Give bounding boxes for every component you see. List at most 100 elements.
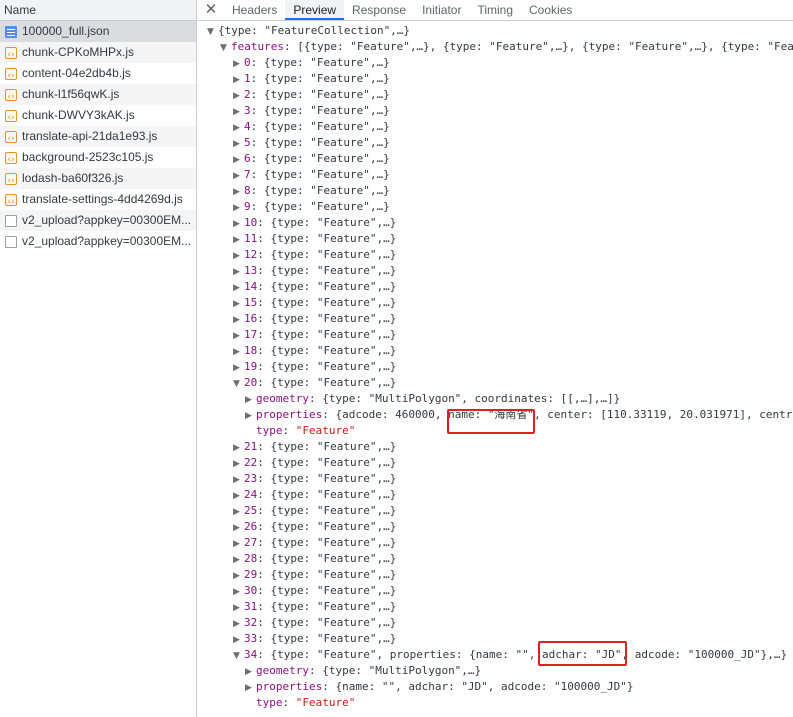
feature-row-29[interactable]: ▶ 29: {type: "Feature",…}: [198, 567, 793, 583]
request-row[interactable]: 100000_full.json: [0, 21, 196, 42]
type-value: "Feature": [295, 424, 356, 437]
feature-row-4[interactable]: ▶ 4: {type: "Feature",…}: [198, 119, 793, 135]
request-row[interactable]: translate-settings-4dd4269d.js: [0, 189, 196, 210]
geometry-row[interactable]: ▶ geometry: {type: "MultiPolygon", coordi…: [198, 391, 793, 407]
request-row[interactable]: lodash-ba60f326.js: [0, 168, 196, 189]
tab-headers[interactable]: Headers: [224, 0, 285, 20]
feature-summary-suffix: , adcode: "100000_JD"},…}: [621, 648, 788, 661]
document-icon: [5, 214, 17, 227]
feature-row-34[interactable]: ▼ 34: {type: "Feature", properties: {name…: [198, 647, 793, 663]
feature-row-5[interactable]: ▶ 5: {type: "Feature",…}: [198, 135, 793, 151]
feature-row-8[interactable]: ▶ 8: {type: "Feature",…}: [198, 183, 793, 199]
feature-index: 29: [244, 568, 258, 581]
name-column-header[interactable]: Name: [0, 0, 196, 21]
type-row: type: "Feature": [256, 696, 356, 709]
collapsed-arrow-icon: ▶: [245, 395, 252, 405]
tab-preview[interactable]: Preview: [285, 0, 345, 20]
request-row[interactable]: v2_upload?appkey=00300EM...: [0, 231, 196, 252]
feature-row-22[interactable]: ▶ 22: {type: "Feature",…}: [198, 455, 793, 471]
feature-row-2[interactable]: ▶ 2: {type: "Feature",…}: [198, 87, 793, 103]
feature-index: 15: [244, 296, 258, 309]
feature-row-20[interactable]: ▼ 20: {type: "Feature",…}: [198, 375, 793, 391]
feature-row-33[interactable]: ▶ 33: {type: "Feature",…}: [198, 631, 793, 647]
tab-cookies[interactable]: Cookies: [521, 0, 580, 20]
feature-index: 27: [244, 536, 258, 549]
feature-row-13[interactable]: ▶ 13: {type: "Feature",…}: [198, 263, 793, 279]
feature-row-3[interactable]: ▶ 3: {type: "Feature",…}: [198, 103, 793, 119]
collapsed-arrow-icon: ▶: [233, 523, 240, 533]
feature-row-6[interactable]: ▶ 6: {type: "Feature",…}: [198, 151, 793, 167]
feature-index: 32: [244, 616, 258, 629]
tab-response[interactable]: Response: [344, 0, 414, 20]
feature-row-14[interactable]: ▶ 14: {type: "Feature",…}: [198, 279, 793, 295]
feature-summary: {type: "Feature",…}: [263, 104, 390, 117]
features-row[interactable]: ▼ features: [{type: "Feature",…}, {type: …: [198, 39, 793, 55]
feature-summary: {type: "Feature",…}: [263, 136, 390, 149]
feature-row-9[interactable]: ▶ 9: {type: "Feature",…}: [198, 199, 793, 215]
feature-summary: {type: "Feature",…}: [270, 328, 397, 341]
feature-row-12[interactable]: ▶ 12: {type: "Feature",…}: [198, 247, 793, 263]
feature-summary: {type: "Feature",…}: [270, 472, 397, 485]
request-row[interactable]: v2_upload?appkey=00300EM...: [0, 210, 196, 231]
feature-summary: {type: "Feature",…}: [270, 248, 397, 261]
request-row[interactable]: chunk-DWVY3kAK.js: [0, 105, 196, 126]
json-file-icon: [5, 25, 17, 38]
collapsed-arrow-icon: ▶: [233, 235, 240, 245]
request-name: chunk-CPKoMHPx.js: [22, 45, 135, 59]
request-name: content-04e2db4b.js: [22, 66, 131, 80]
properties-row[interactable]: ▶ properties: {name: "", adchar: "JD", ad…: [198, 679, 793, 695]
request-row[interactable]: background-2523c105.js: [0, 147, 196, 168]
request-name: lodash-ba60f326.js: [22, 171, 124, 185]
feature-row-0[interactable]: ▶ 0: {type: "Feature",…}: [198, 55, 793, 71]
feature-summary: {type: "Feature",…}: [263, 152, 390, 165]
request-list-panel: Name 100000_full.json chunk-CPKoMHPx.js co…: [0, 0, 197, 717]
feature-row-18[interactable]: ▶ 18: {type: "Feature",…}: [198, 343, 793, 359]
collapsed-arrow-icon: ▶: [245, 667, 252, 677]
feature-row-15[interactable]: ▶ 15: {type: "Feature",…}: [198, 295, 793, 311]
script-file-icon: [5, 108, 17, 126]
feature-row-7[interactable]: ▶ 7: {type: "Feature",…}: [198, 167, 793, 183]
feature-row-31[interactable]: ▶ 31: {type: "Feature",…}: [198, 599, 793, 615]
feature-index: 9: [244, 200, 251, 213]
feature-index: 0: [244, 56, 251, 69]
geometry-row[interactable]: ▶ geometry: {type: "MultiPolygon",…}: [198, 663, 793, 679]
feature-row-32[interactable]: ▶ 32: {type: "Feature",…}: [198, 615, 793, 631]
feature-row-19[interactable]: ▶ 19: {type: "Feature",…}: [198, 359, 793, 375]
collapsed-arrow-icon: ▶: [233, 59, 240, 69]
feature-index: 6: [244, 152, 251, 165]
feature-index: 1: [244, 72, 251, 85]
feature-row-11[interactable]: ▶ 11: {type: "Feature",…}: [198, 231, 793, 247]
close-icon[interactable]: ✕: [198, 0, 224, 20]
feature-row-24[interactable]: ▶ 24: {type: "Feature",…}: [198, 487, 793, 503]
tree-root-row[interactable]: ▼ {type: "FeatureCollection",…}: [198, 23, 793, 39]
feature-row-10[interactable]: ▶ 10: {type: "Feature",…}: [198, 215, 793, 231]
feature-summary: {type: "Feature",…}: [270, 440, 397, 453]
feature-row-27[interactable]: ▶ 27: {type: "Feature",…}: [198, 535, 793, 551]
details-tab-bar: ✕ Headers Preview Response Initiator Tim…: [198, 0, 793, 21]
feature-row-21[interactable]: ▶ 21: {type: "Feature",…}: [198, 439, 793, 455]
feature-row-28[interactable]: ▶ 28: {type: "Feature",…}: [198, 551, 793, 567]
feature-index: 14: [244, 280, 258, 293]
feature-row-1[interactable]: ▶ 1: {type: "Feature",…}: [198, 71, 793, 87]
collapsed-arrow-icon: ▶: [233, 203, 240, 213]
feature-row-30[interactable]: ▶ 30: {type: "Feature",…}: [198, 583, 793, 599]
highlight-box-adchar: [538, 641, 627, 666]
feature-row-26[interactable]: ▶ 26: {type: "Feature",…}: [198, 519, 793, 535]
request-row[interactable]: chunk-l1f56qwK.js: [0, 84, 196, 105]
tab-timing[interactable]: Timing: [469, 0, 521, 20]
request-name: v2_upload?appkey=00300EM...: [22, 213, 192, 227]
collapsed-arrow-icon: ▶: [233, 283, 240, 293]
feature-row-17[interactable]: ▶ 17: {type: "Feature",…}: [198, 327, 793, 343]
collapsed-arrow-icon: ▶: [233, 315, 240, 325]
expanded-arrow-icon: ▼: [233, 651, 240, 661]
tab-initiator[interactable]: Initiator: [414, 0, 469, 20]
request-row[interactable]: translate-api-21da1e93.js: [0, 126, 196, 147]
feature-row-16[interactable]: ▶ 16: {type: "Feature",…}: [198, 311, 793, 327]
feature-index: 8: [244, 184, 251, 197]
feature-summary: {type: "Feature",…}: [270, 488, 397, 501]
request-row[interactable]: content-04e2db4b.js: [0, 63, 196, 84]
feature-row-25[interactable]: ▶ 25: {type: "Feature",…}: [198, 503, 793, 519]
feature-summary: {type: "Feature",…}: [263, 168, 390, 181]
feature-row-23[interactable]: ▶ 23: {type: "Feature",…}: [198, 471, 793, 487]
request-row[interactable]: chunk-CPKoMHPx.js: [0, 42, 196, 63]
